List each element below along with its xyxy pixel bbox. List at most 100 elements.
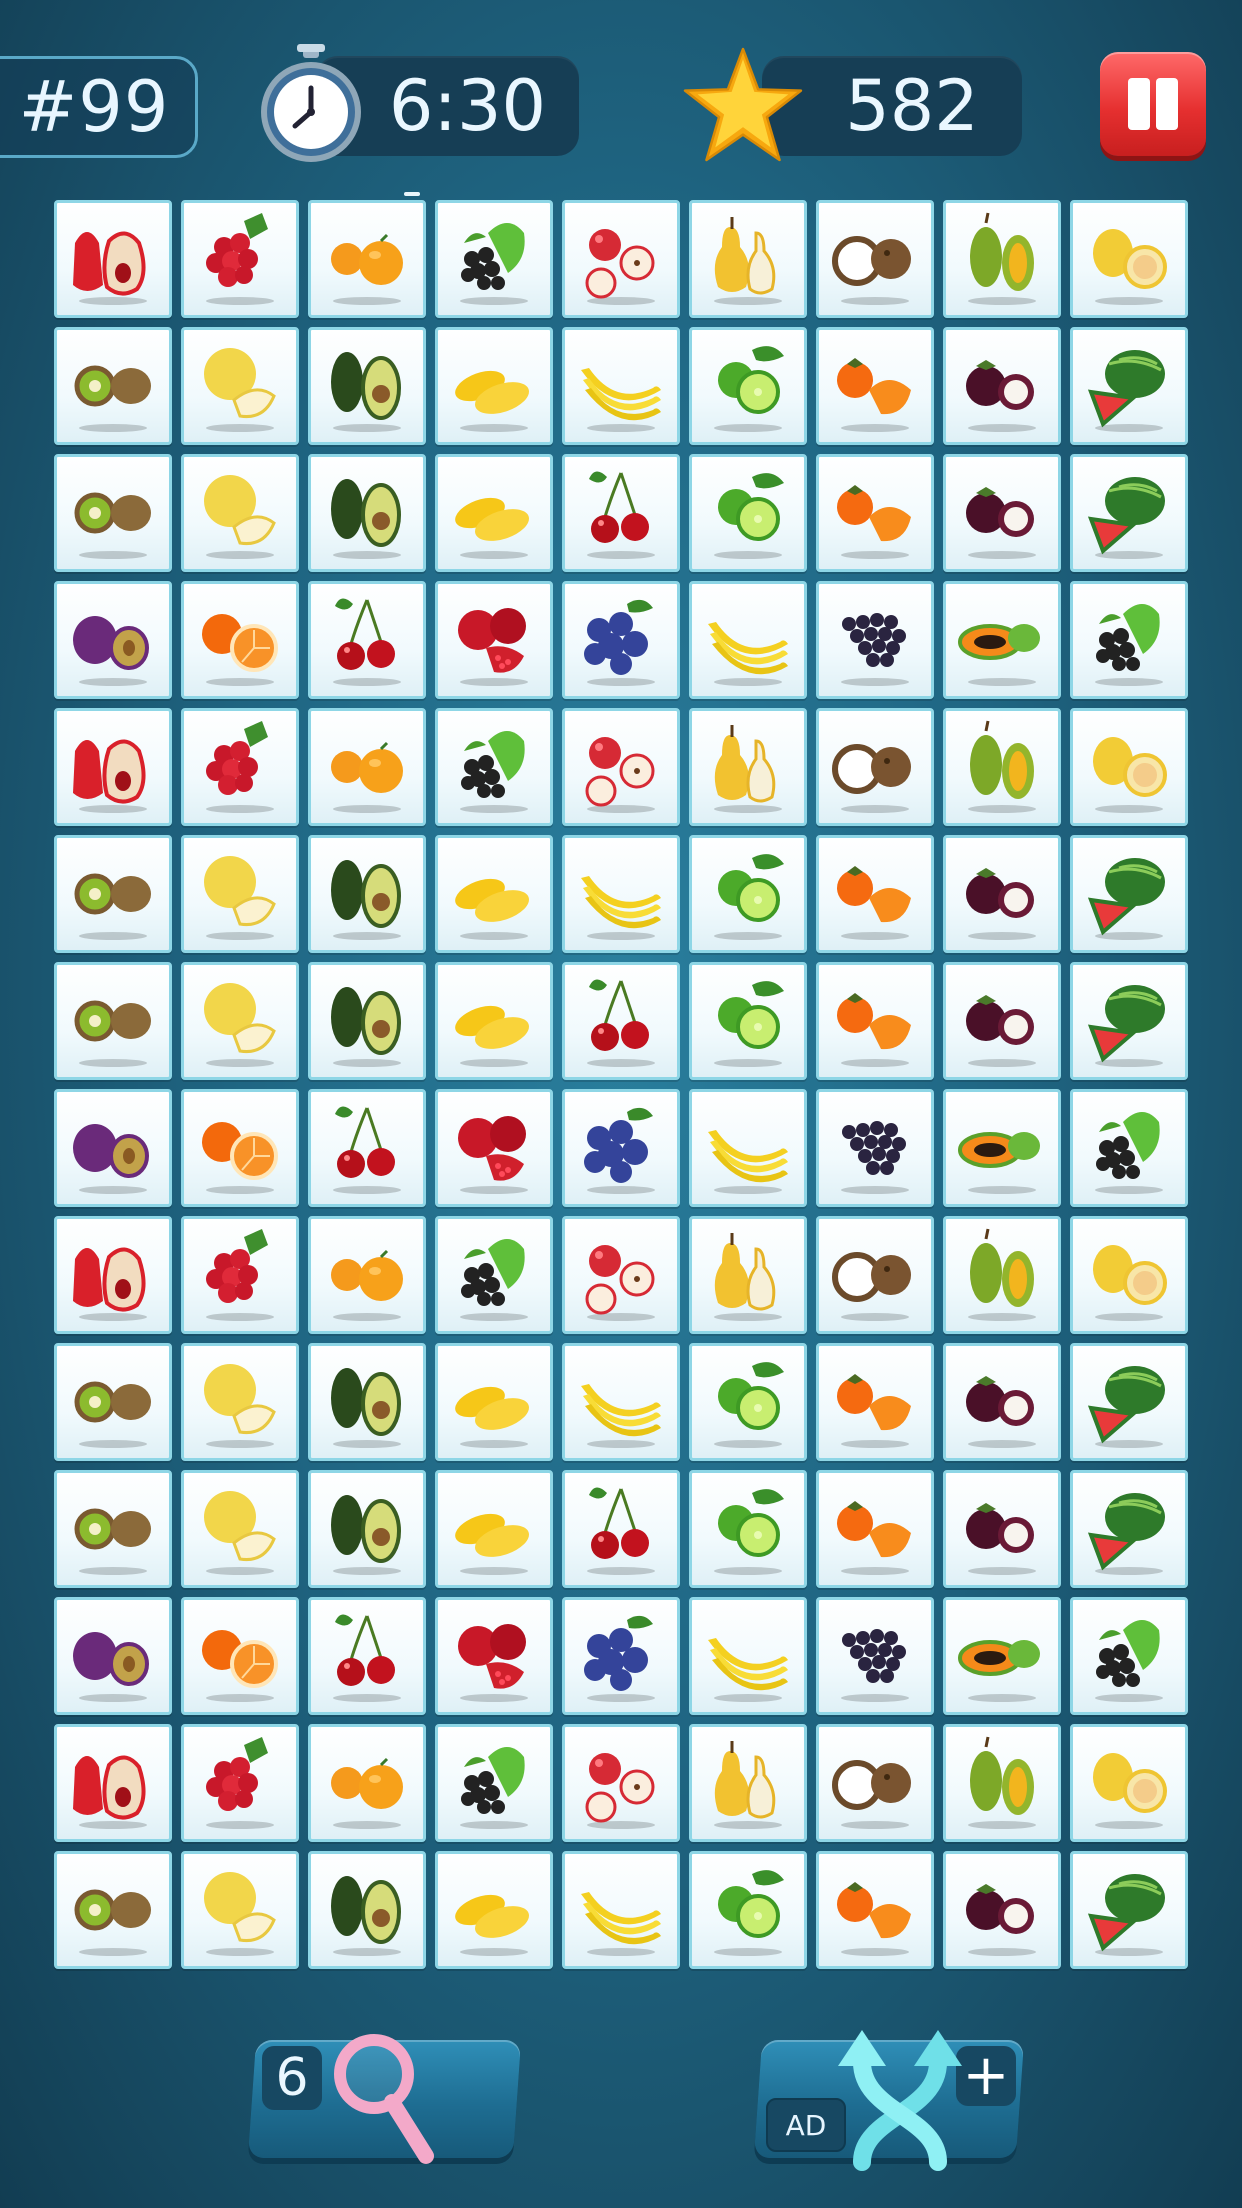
tile-kiwi[interactable] <box>54 962 172 1080</box>
tile-lime[interactable] <box>689 835 807 953</box>
tile-coconut[interactable] <box>816 1724 934 1842</box>
tile-jackfruit[interactable] <box>943 200 1061 318</box>
tile-papaya[interactable] <box>943 1597 1061 1715</box>
tile-avocado[interactable] <box>308 1343 426 1461</box>
tile-blackberry[interactable] <box>435 708 553 826</box>
tile-blackberry[interactable] <box>1070 1597 1188 1715</box>
tile-watermelon[interactable] <box>1070 835 1188 953</box>
tile-blueberry[interactable] <box>562 1089 680 1207</box>
tile-lime[interactable] <box>689 327 807 445</box>
tile-mangosteen[interactable] <box>943 835 1061 953</box>
tile-banana[interactable] <box>562 1851 680 1969</box>
tile-watermelon[interactable] <box>1070 327 1188 445</box>
tile-blueberry[interactable] <box>562 1597 680 1715</box>
tile-avocado[interactable] <box>308 962 426 1080</box>
tile-watermelon[interactable] <box>1070 454 1188 572</box>
tile-pomelo[interactable] <box>1070 1724 1188 1842</box>
tile-blackberry[interactable] <box>1070 1089 1188 1207</box>
tile-melon[interactable] <box>181 1343 299 1461</box>
tile-lime[interactable] <box>689 1851 807 1969</box>
tile-coconut[interactable] <box>816 1216 934 1334</box>
tile-pomegranate[interactable] <box>435 581 553 699</box>
tile-cherry[interactable] <box>562 962 680 1080</box>
tile-kiwi[interactable] <box>54 835 172 953</box>
tile-kiwi[interactable] <box>54 1343 172 1461</box>
tile-mandarin[interactable] <box>308 1216 426 1334</box>
tile-orange[interactable] <box>181 581 299 699</box>
tile-orange[interactable] <box>181 1597 299 1715</box>
tile-banana[interactable] <box>562 327 680 445</box>
tile-persimmon[interactable] <box>816 962 934 1080</box>
tile-jackfruit[interactable] <box>943 1216 1061 1334</box>
tile-persimmon[interactable] <box>816 1343 934 1461</box>
tile-melon[interactable] <box>181 1851 299 1969</box>
tile-watermelon[interactable] <box>1070 962 1188 1080</box>
tile-cherry[interactable] <box>308 1597 426 1715</box>
tile-lime[interactable] <box>689 1470 807 1588</box>
tile-red-currant[interactable] <box>181 1724 299 1842</box>
tile-orange[interactable] <box>181 1089 299 1207</box>
tile-mango[interactable] <box>435 1470 553 1588</box>
tile-avocado[interactable] <box>308 327 426 445</box>
tile-mandarin[interactable] <box>308 708 426 826</box>
tile-cherry[interactable] <box>562 454 680 572</box>
tile-coconut[interactable] <box>816 200 934 318</box>
tile-banana[interactable] <box>562 835 680 953</box>
tile-pomegranate[interactable] <box>435 1089 553 1207</box>
tile-avocado[interactable] <box>308 1470 426 1588</box>
tile-lime[interactable] <box>689 454 807 572</box>
tile-cherry[interactable] <box>308 581 426 699</box>
tile-jackfruit[interactable] <box>943 708 1061 826</box>
tile-mangosteen[interactable] <box>943 1851 1061 1969</box>
tile-red-currant[interactable] <box>181 1216 299 1334</box>
tile-banana[interactable] <box>562 1343 680 1461</box>
tile-avocado[interactable] <box>308 454 426 572</box>
tile-coconut[interactable] <box>816 708 934 826</box>
tile-apple[interactable] <box>562 200 680 318</box>
tile-melon[interactable] <box>181 962 299 1080</box>
tile-pomelo[interactable] <box>1070 1216 1188 1334</box>
tile-blueberry[interactable] <box>562 581 680 699</box>
tile-pear[interactable] <box>689 200 807 318</box>
tile-kiwi[interactable] <box>54 454 172 572</box>
tile-persimmon[interactable] <box>816 454 934 572</box>
tile-watermelon[interactable] <box>1070 1343 1188 1461</box>
tile-avocado[interactable] <box>308 835 426 953</box>
tile-rose-apple[interactable] <box>54 1724 172 1842</box>
tile-mandarin[interactable] <box>308 1724 426 1842</box>
tile-pomelo[interactable] <box>1070 200 1188 318</box>
tile-apple[interactable] <box>562 708 680 826</box>
tile-lime[interactable] <box>689 1343 807 1461</box>
tile-banana[interactable] <box>689 581 807 699</box>
tile-lime[interactable] <box>689 962 807 1080</box>
tile-mandarin[interactable] <box>308 200 426 318</box>
tile-rose-apple[interactable] <box>54 1216 172 1334</box>
tile-red-currant[interactable] <box>181 200 299 318</box>
tile-pomelo[interactable] <box>1070 708 1188 826</box>
tile-mangosteen[interactable] <box>943 454 1061 572</box>
tile-apple[interactable] <box>562 1724 680 1842</box>
tile-mangosteen[interactable] <box>943 1343 1061 1461</box>
tile-plum[interactable] <box>54 1597 172 1715</box>
tile-melon[interactable] <box>181 327 299 445</box>
tile-melon[interactable] <box>181 835 299 953</box>
tile-banana[interactable] <box>689 1089 807 1207</box>
tile-mango[interactable] <box>435 454 553 572</box>
tile-melon[interactable] <box>181 454 299 572</box>
tile-blackberry[interactable] <box>435 200 553 318</box>
pause-button[interactable] <box>1100 52 1206 156</box>
tile-papaya[interactable] <box>943 1089 1061 1207</box>
tile-mango[interactable] <box>435 327 553 445</box>
tile-blackberry[interactable] <box>1070 581 1188 699</box>
tile-mango[interactable] <box>435 835 553 953</box>
tile-papaya[interactable] <box>943 581 1061 699</box>
tile-mangosteen[interactable] <box>943 962 1061 1080</box>
tile-blackberry[interactable] <box>435 1216 553 1334</box>
tile-apple[interactable] <box>562 1216 680 1334</box>
tile-persimmon[interactable] <box>816 1470 934 1588</box>
tile-persimmon[interactable] <box>816 327 934 445</box>
tile-mango[interactable] <box>435 1851 553 1969</box>
tile-jackfruit[interactable] <box>943 1724 1061 1842</box>
tile-pear[interactable] <box>689 708 807 826</box>
tile-melon[interactable] <box>181 1470 299 1588</box>
